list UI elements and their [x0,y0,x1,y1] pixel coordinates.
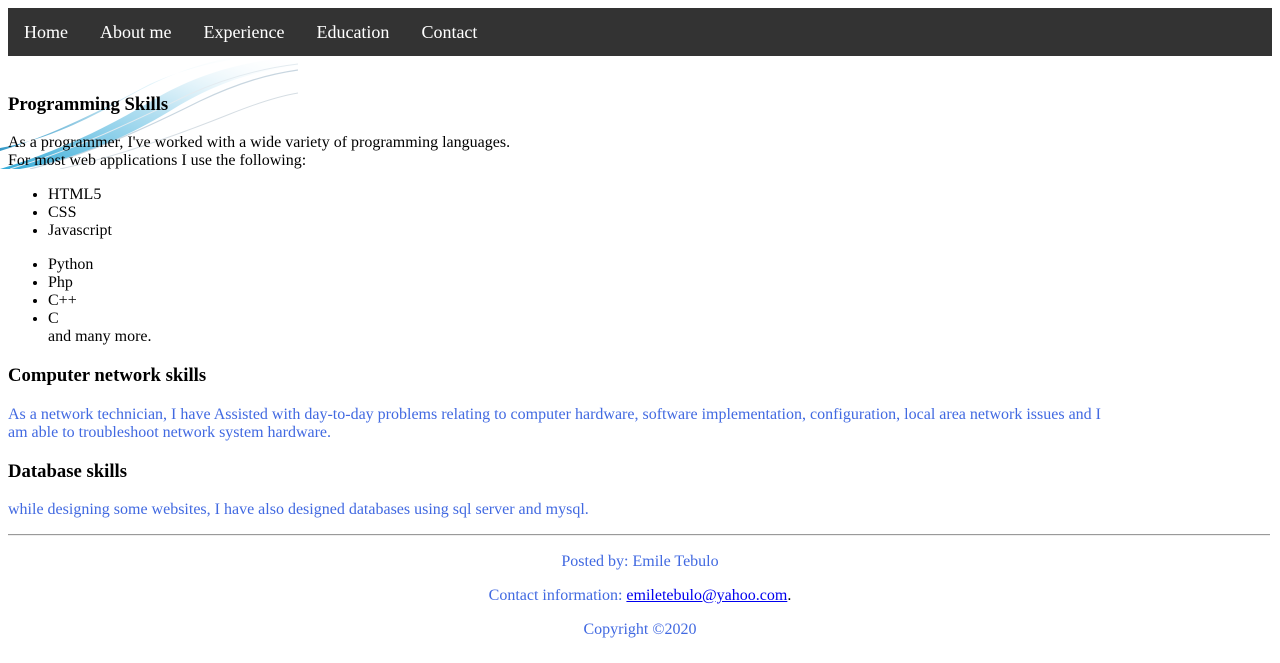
list-item: Php [48,274,152,292]
programming-intro-line-2: For most web applications I use the foll… [8,152,307,169]
database-skills-text: while designing some websites, I have al… [8,501,589,518]
list-item: C++ [48,292,152,310]
footer-divider [8,534,1270,536]
list-item: HTML5 [48,186,112,204]
programming-skills-heading: Programming Skills [8,94,169,115]
web-languages-list: HTML5 CSS Javascript [8,186,112,240]
nav-link-education[interactable]: Education [300,8,405,56]
network-skills-heading: Computer network skills [8,365,207,386]
nav-link-experience[interactable]: Experience [188,8,301,56]
nav-link-contact[interactable]: Contact [405,8,493,56]
list-item-label: C [48,310,59,327]
nav-link-about-me[interactable]: About me [84,8,188,56]
contact-period: . [787,587,792,604]
list-item: CSS [48,204,112,222]
programming-intro: As a programmer, I've worked with a wide… [8,134,510,170]
email-link[interactable]: emiletebulo@yahoo.com [626,587,787,604]
list-item: Python [48,256,152,274]
database-skills-heading: Database skills [8,461,127,482]
top-navigation: Home About me Experience Education Conta… [8,8,1272,56]
list-item: Javascript [48,222,112,240]
posted-by-text: Posted by: Emile Tebulo [561,553,719,570]
copyright-text: Copyright ©2020 [583,621,697,638]
page: Home About me Experience Education Conta… [8,8,1272,56]
footer: Posted by: Emile Tebulo Contact informat… [8,553,1272,639]
contact-information: Contact information: emiletebulo@yahoo.c… [8,587,1272,605]
and-many-more-text: and many more. [48,328,152,345]
other-languages-list: Python Php C++ Cand many more. [8,256,152,346]
list-item: Cand many more. [48,310,152,346]
programming-intro-line-1: As a programmer, I've worked with a wide… [8,134,511,151]
contact-label: Contact information: [488,587,627,604]
nav-link-home[interactable]: Home [8,8,84,56]
network-skills-text: As a network technician, I have Assisted… [8,406,1101,441]
